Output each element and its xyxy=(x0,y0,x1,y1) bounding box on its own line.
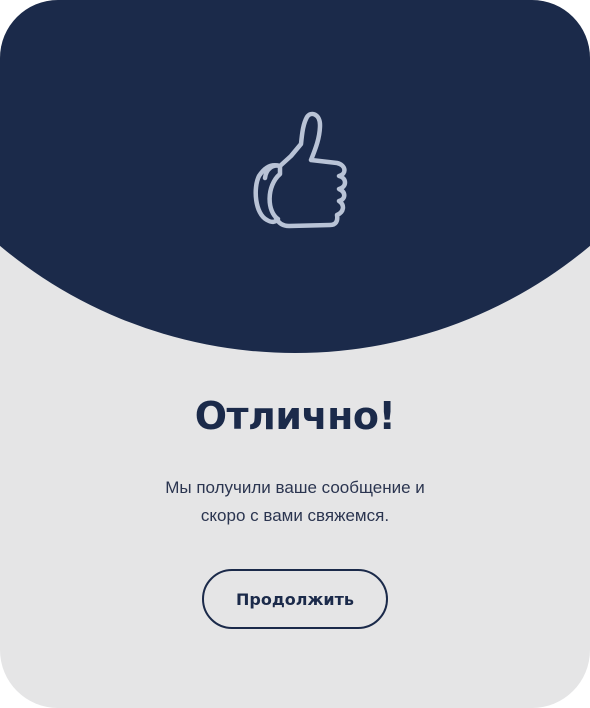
thumbs-up-icon xyxy=(225,108,365,248)
message-line: Мы получили ваше сообщение и xyxy=(165,478,425,497)
dialog-title: Отлично! xyxy=(194,394,396,438)
message-line: скоро с вами свяжемся. xyxy=(200,506,390,525)
success-dialog: Отлично! Мы получили ваше сообщение и ск… xyxy=(0,0,590,708)
dialog-message: Мы получили ваше сообщение и скоро с вам… xyxy=(110,474,480,530)
continue-button[interactable]: Продолжить xyxy=(202,569,388,629)
